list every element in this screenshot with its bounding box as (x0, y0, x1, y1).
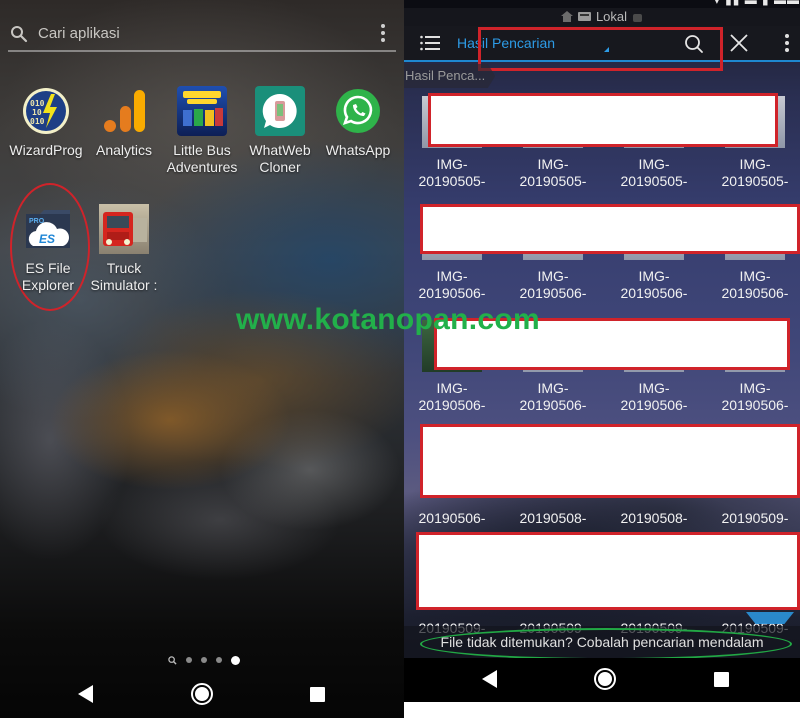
app-truck-simulator[interactable]: Truck Simulator : (84, 204, 164, 294)
file-item[interactable]: 20190506- (404, 502, 500, 527)
more-vert-icon[interactable] (784, 34, 790, 54)
app-whatsapp[interactable]: WhatsApp (318, 86, 398, 159)
page-dot-active[interactable] (231, 655, 240, 665)
home-icon[interactable] (594, 668, 616, 690)
redaction-box (416, 532, 800, 610)
wizardprog-icon: 010 10 010 (21, 86, 71, 136)
app-label: ES File Explorer (21, 260, 75, 293)
redaction-box (420, 424, 800, 498)
page-dot[interactable] (186, 657, 192, 663)
file-name: IMG- 20190506- (519, 380, 587, 413)
app-whatweb-cloner[interactable]: WhatWeb Cloner (240, 86, 320, 176)
navigation-bar (0, 668, 404, 718)
app-search-bar[interactable]: Cari aplikasi (8, 18, 396, 52)
file-item[interactable]: 20190509- (707, 502, 800, 527)
location-label[interactable]: Lokal (596, 9, 627, 24)
file-name: 20190509- (721, 510, 789, 526)
menu-icon[interactable] (420, 35, 440, 51)
file-name: IMG- 20190505- (519, 156, 587, 189)
file-item[interactable]: 20190508- (606, 502, 702, 527)
file-name: IMG- 20190505- (418, 156, 486, 189)
file-name: 20190506- (418, 510, 486, 526)
app-label: WhatWeb Cloner (249, 142, 311, 175)
file-name: IMG- 20190506- (620, 268, 688, 301)
app-label: Little Bus Adventures (166, 142, 238, 175)
file-name: 20190508- (620, 510, 688, 526)
back-icon[interactable] (482, 670, 497, 688)
status-icons: ▾ ▮▮ ▬ ▮ ▬▬ (713, 0, 800, 7)
app-label: WhatsApp (325, 142, 391, 158)
file-name: IMG- 20190506- (418, 268, 486, 301)
home-icon[interactable] (191, 683, 213, 705)
app-label: WizardProg (9, 142, 83, 158)
app-label: Truck Simulator : (90, 260, 158, 293)
more-vert-icon[interactable] (380, 24, 386, 44)
search-page-icon (168, 655, 177, 665)
redaction-box (428, 93, 778, 147)
recents-icon[interactable] (310, 687, 325, 702)
truck-simulator-icon (99, 204, 149, 254)
svg-text:10: 10 (32, 108, 42, 117)
recents-icon[interactable] (714, 672, 729, 687)
watermark: www.kotanopan.com (236, 303, 541, 336)
app-label: Analytics (95, 142, 153, 158)
page-dot[interactable] (201, 657, 207, 663)
results-row: IMG- 20190505- IMG- 20190505- IMG- 20190… (404, 88, 800, 200)
page-dot[interactable] (216, 657, 222, 663)
android-icon (633, 14, 643, 22)
close-icon[interactable] (729, 33, 749, 53)
results-row: 20190506- 20190508- 20190508- 20190509- (404, 424, 800, 536)
search-highlight-box (478, 27, 723, 71)
file-item[interactable]: 20190508- (505, 502, 601, 527)
analytics-icon (99, 86, 149, 136)
status-bar: ▾ ▮▮ ▬ ▮ ▬▬ (404, 0, 800, 8)
file-name: IMG- 20190506- (620, 380, 688, 413)
svg-text:010: 010 (30, 99, 45, 108)
navigation-bar (404, 658, 800, 702)
results-row: IMG- 20190506- IMG- 20190506- IMG- 20190… (404, 200, 800, 312)
app-es-file-explorer[interactable]: PRO ES ES File Explorer (8, 204, 88, 294)
app-little-bus-adventures[interactable]: Little Bus Adventures (162, 86, 242, 176)
search-icon (11, 26, 28, 43)
file-name: IMG- 20190505- (721, 156, 789, 189)
app-wizardprog[interactable]: 010 10 010 WizardProg (6, 86, 86, 159)
whatsapp-icon (333, 86, 383, 136)
file-name: IMG- 20190505- (620, 156, 688, 189)
breadcrumb[interactable]: Hasil Penca... (404, 64, 496, 88)
app-analytics[interactable]: Analytics (84, 86, 164, 159)
location-bar: Lokal (404, 8, 800, 26)
deep-search-hint-bar: File tidak ditemukan? Cobalah pencarian … (404, 626, 800, 660)
back-icon[interactable] (78, 685, 93, 703)
launcher-screen: Cari aplikasi 010 10 010 WizardProg Anal… (0, 0, 404, 718)
app-search-placeholder[interactable]: Cari aplikasi (38, 25, 120, 42)
es-file-explorer-screen: ▾ ▮▮ ▬ ▮ ▬▬ Lokal Hasil Pencarian Hasil … (404, 0, 800, 702)
es-glyph: ES (39, 232, 55, 246)
file-name: IMG- 20190506- (418, 380, 486, 413)
file-name: 20190508- (519, 510, 587, 526)
redaction-box (420, 204, 800, 254)
page-indicator (168, 653, 240, 667)
file-name: IMG- 20190506- (721, 268, 789, 301)
hint-highlight-ring (420, 628, 792, 660)
file-name: IMG- 20190506- (519, 268, 587, 301)
es-file-explorer-icon: PRO ES (23, 204, 73, 254)
file-name: IMG- 20190506- (721, 380, 789, 413)
home-icon[interactable] (560, 11, 573, 22)
svg-text:010: 010 (30, 117, 45, 126)
whatweb-icon (255, 86, 305, 136)
storage-icon (577, 12, 591, 21)
little-bus-icon (177, 86, 227, 136)
